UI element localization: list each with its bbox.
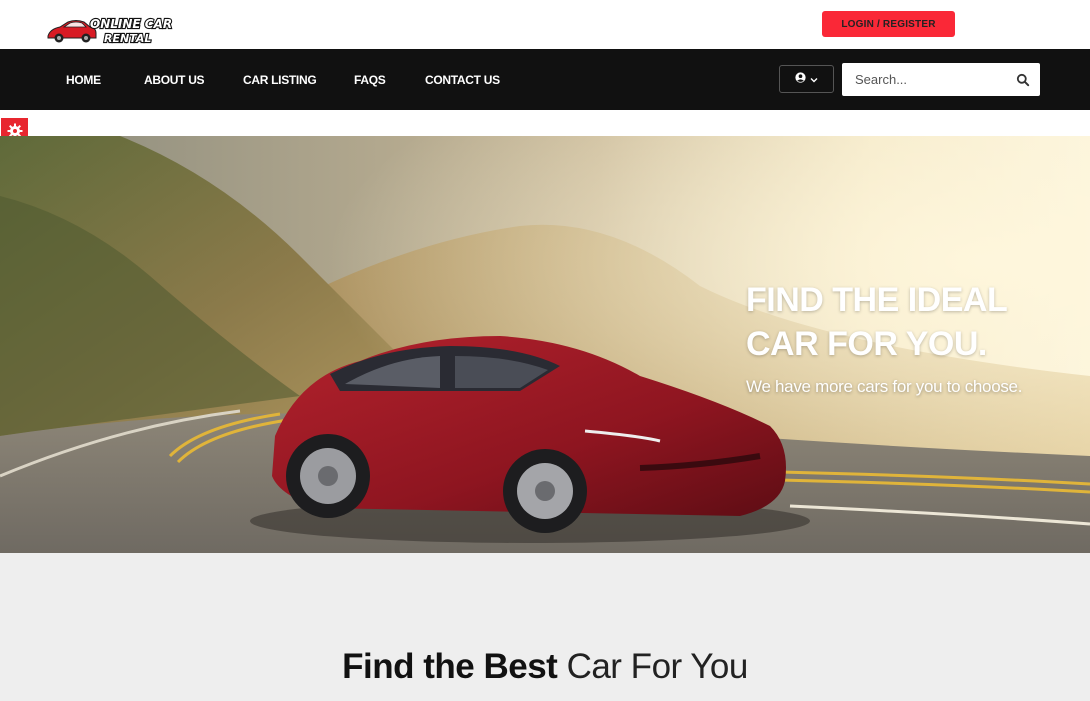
section-heading: Find the Best Car For You: [0, 647, 1090, 687]
hero-title-line1: FIND THE IDEAL: [746, 281, 1008, 319]
search-box: [842, 63, 1040, 96]
nav-faqs[interactable]: FAQS: [354, 49, 386, 110]
section-heading-bold: Find the Best: [342, 647, 558, 686]
top-header: ONLINE CAR RENTAL LOGIN / REGISTER: [0, 0, 1090, 49]
hero-banner: FIND THE IDEAL CAR FOR YOU. We have more…: [0, 136, 1090, 553]
section-heading-light: Car For You: [566, 647, 749, 686]
svg-text:RENTAL: RENTAL: [104, 32, 151, 45]
chevron-down-icon: [810, 70, 818, 88]
featured-section: Find the Best Car For You: [0, 553, 1090, 701]
hero-title-line2: CAR FOR YOU.: [746, 325, 987, 363]
nav-about-us[interactable]: ABOUT US: [144, 49, 205, 110]
site-logo[interactable]: ONLINE CAR RENTAL: [46, 12, 180, 46]
login-register-button[interactable]: LOGIN / REGISTER: [822, 11, 955, 37]
main-navbar: HOME ABOUT US CAR LISTING FAQS CONTACT U…: [0, 49, 1090, 110]
user-circle-icon: [795, 70, 806, 88]
nav-contact-us[interactable]: CONTACT US: [425, 49, 500, 110]
hero-subtitle: We have more cars for you to choose.: [746, 377, 1023, 396]
user-menu-dropdown[interactable]: [779, 65, 834, 93]
nav-home[interactable]: HOME: [66, 49, 101, 110]
search-input[interactable]: [842, 63, 1007, 96]
search-icon[interactable]: [1016, 73, 1030, 87]
hero-title: FIND THE IDEAL CAR FOR YOU.: [746, 278, 1066, 366]
nav-car-listing[interactable]: CAR LISTING: [243, 49, 317, 110]
svg-text:ONLINE CAR: ONLINE CAR: [90, 17, 172, 31]
